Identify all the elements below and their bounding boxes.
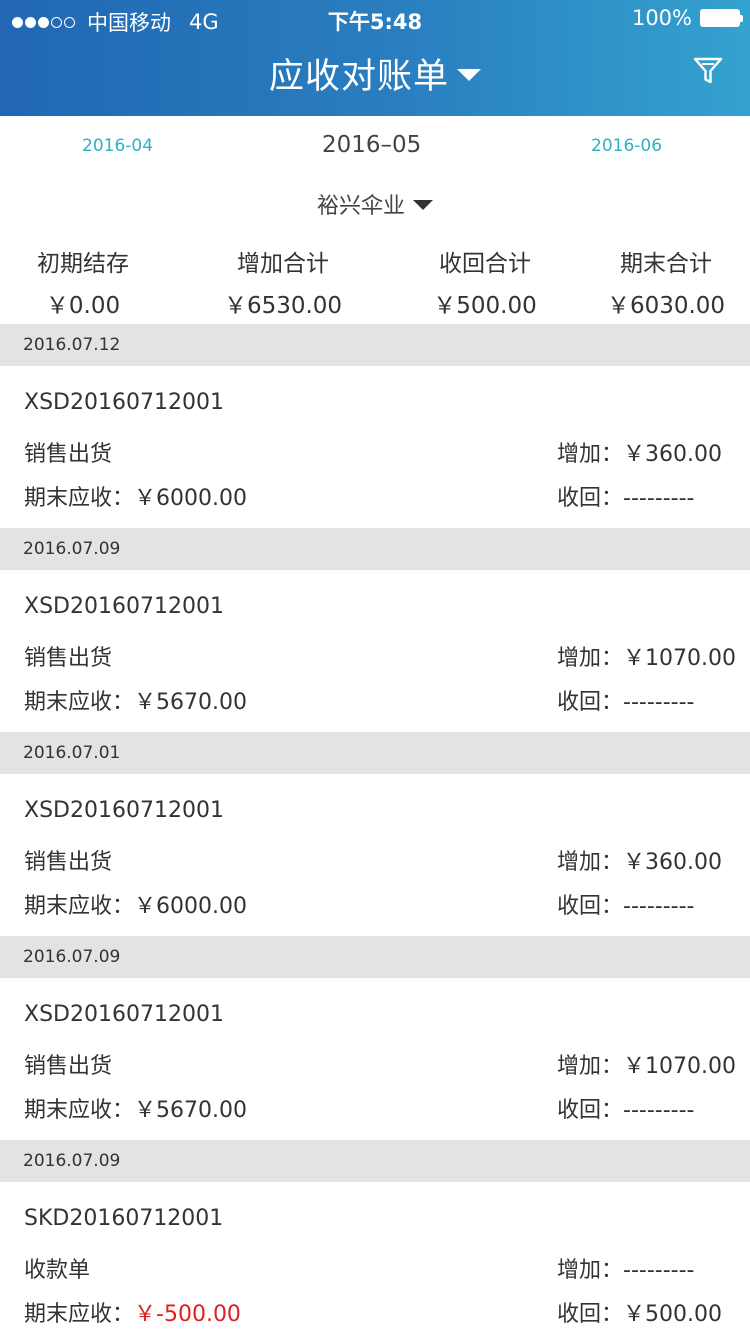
summary-opening: 初期结存 ￥0.00: [0, 244, 173, 320]
increase-value: ￥1070.00: [623, 1054, 736, 1079]
ending-receivable: 期末应收：￥5670.00: [24, 684, 247, 716]
current-month-tab[interactable]: 2016–05: [322, 132, 421, 158]
statement-entry[interactable]: XSD20160712001 销售出货 期末应收：￥6000.00 增加：￥36…: [0, 774, 750, 936]
prev-month-tab[interactable]: 2016-04: [82, 136, 153, 156]
summary-ending-total: 期末合计 ￥6030.00: [576, 244, 750, 320]
ending-value: ￥5670.00: [134, 1098, 247, 1123]
document-number: XSD20160712001: [24, 594, 224, 619]
increase-label: 增加：: [557, 850, 624, 875]
summary-value: ￥0.00: [45, 293, 121, 319]
page-title: 应收对账单: [268, 57, 449, 97]
ending-value: ￥6000.00: [134, 486, 247, 511]
increase-amount: 增加：￥360.00: [557, 844, 722, 876]
recovered-amount: 收回：---------: [557, 684, 694, 716]
status-bar: 中国移动 4G 下午5:48 100%: [0, 0, 750, 38]
document-type: 收款单: [24, 1258, 91, 1283]
filter-button[interactable]: [692, 55, 724, 87]
company-selector[interactable]: 裕兴伞业: [0, 188, 750, 220]
increase-amount: 增加：￥1070.00: [557, 640, 736, 672]
recovered-label: 收回：: [557, 690, 624, 715]
increase-label: 增加：: [557, 1258, 624, 1283]
recovered-value: ---------: [623, 1098, 695, 1123]
document-number: XSD20160712001: [24, 390, 224, 415]
increase-label: 增加：: [557, 1054, 624, 1079]
recovered-amount: 收回：￥500.00: [557, 1296, 722, 1328]
ending-label: 期末应收：: [24, 486, 135, 511]
recovered-value: ￥500.00: [623, 1302, 722, 1327]
summary-recovered-total: 收回合计 ￥500.00: [395, 244, 575, 320]
document-number: XSD20160712001: [24, 798, 224, 823]
recovered-amount: 收回：---------: [557, 1092, 694, 1124]
page-title-dropdown[interactable]: 应收对账单: [0, 48, 750, 99]
increase-value: ---------: [623, 1258, 695, 1283]
document-type: 销售出货: [24, 1054, 113, 1079]
ending-label: 期末应收：: [24, 894, 135, 919]
statement-entry[interactable]: XSD20160712001 销售出货 期末应收：￥6000.00 增加：￥36…: [0, 366, 750, 528]
month-selector: 2016-04 2016–05 2016-06: [0, 116, 750, 178]
summary-value: ￥500.00: [433, 293, 537, 319]
ending-receivable: 期末应收：￥5670.00: [24, 1092, 247, 1124]
ending-receivable: 期末应收：￥6000.00: [24, 888, 247, 920]
increase-value: ￥360.00: [623, 442, 722, 467]
battery-icon: [700, 9, 743, 27]
statement-entry[interactable]: XSD20160712001 销售出货 期末应收：￥5670.00 增加：￥10…: [0, 570, 750, 732]
caret-down-icon: [457, 69, 481, 81]
statement-entry[interactable]: SKD20160712001 收款单 期末应收：￥-500.00 增加：----…: [0, 1182, 750, 1344]
ending-value: ￥5670.00: [134, 690, 247, 715]
document-type: 销售出货: [24, 442, 113, 467]
summary-value: ￥6030.00: [606, 293, 726, 319]
ending-label: 期末应收：: [24, 1098, 135, 1123]
recovered-label: 收回：: [557, 1098, 624, 1123]
recovered-value: ---------: [623, 690, 695, 715]
document-type: 销售出货: [24, 646, 113, 671]
summary-increase-total: 增加合计 ￥6530.00: [193, 244, 373, 320]
company-name: 裕兴伞业: [316, 194, 405, 219]
date-header: 2016.07.09: [0, 528, 750, 570]
recovered-label: 收回：: [557, 894, 624, 919]
ending-value: ￥-500.00: [134, 1302, 241, 1327]
date-header: 2016.07.09: [0, 1140, 750, 1182]
recovered-label: 收回：: [557, 1302, 624, 1327]
recovered-amount: 收回：---------: [557, 480, 694, 512]
increase-amount: 增加：￥360.00: [557, 436, 722, 468]
increase-label: 增加：: [557, 646, 624, 671]
ending-label: 期末应收：: [24, 1302, 135, 1327]
ending-receivable: 期末应收：￥6000.00: [24, 480, 247, 512]
increase-value: ￥1070.00: [623, 646, 736, 671]
battery-percent: 100%: [631, 6, 692, 30]
caret-down-icon: [413, 200, 433, 210]
date-header: 2016.07.01: [0, 732, 750, 774]
summary-label: 期末合计: [620, 251, 712, 277]
recovered-amount: 收回：---------: [557, 888, 694, 920]
recovered-value: ---------: [623, 486, 695, 511]
recovered-value: ---------: [623, 894, 695, 919]
ending-value: ￥6000.00: [134, 894, 247, 919]
document-type: 销售出货: [24, 850, 113, 875]
summary-label: 收回合计: [439, 251, 531, 277]
summary-label: 初期结存: [37, 251, 129, 277]
summary-row: 初期结存 ￥0.00 增加合计 ￥6530.00 收回合计 ￥500.00 期末…: [0, 244, 750, 324]
document-number: XSD20160712001: [24, 1002, 224, 1027]
recovered-label: 收回：: [557, 486, 624, 511]
status-right: 100%: [631, 6, 743, 30]
date-header: 2016.07.12: [0, 324, 750, 366]
increase-label: 增加：: [557, 442, 624, 467]
next-month-tab[interactable]: 2016-06: [591, 136, 662, 156]
ending-receivable: 期末应收：￥-500.00: [24, 1296, 241, 1328]
date-header: 2016.07.09: [0, 936, 750, 978]
summary-value: ￥6530.00: [223, 293, 343, 319]
statement-list: 2016.07.12 XSD20160712001 销售出货 期末应收：￥600…: [0, 324, 750, 1344]
summary-label: 增加合计: [237, 251, 329, 277]
document-number: SKD20160712001: [24, 1206, 224, 1231]
increase-amount: 增加：---------: [557, 1252, 694, 1284]
statement-entry[interactable]: XSD20160712001 销售出货 期末应收：￥5670.00 增加：￥10…: [0, 978, 750, 1140]
filter-icon: [693, 57, 723, 84]
increase-value: ￥360.00: [623, 850, 722, 875]
ending-label: 期末应收：: [24, 690, 135, 715]
increase-amount: 增加：￥1070.00: [557, 1048, 736, 1080]
app-header: 中国移动 4G 下午5:48 100% 应收对账单: [0, 0, 750, 116]
